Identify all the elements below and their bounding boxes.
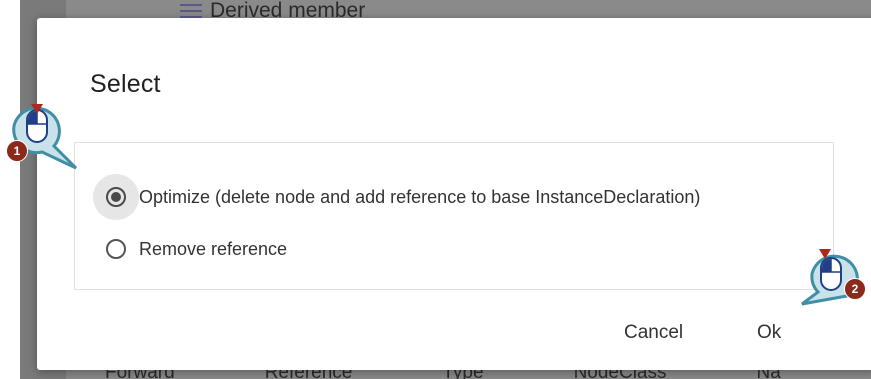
option-optimize-label[interactable]: Optimize (delete node and add reference …: [139, 187, 700, 208]
ok-button[interactable]: Ok: [749, 318, 789, 348]
radio-checked-dot: [111, 192, 121, 202]
callout-step-2: 2: [790, 238, 870, 318]
radio-halo[interactable]: [93, 226, 139, 272]
dialog-title: Select: [90, 70, 161, 98]
option-remove-reference[interactable]: Remove reference: [106, 226, 287, 272]
callout-badge-1: 1: [6, 140, 28, 162]
callout-badge-2: 2: [844, 278, 866, 300]
radio-focus-halo[interactable]: [93, 174, 139, 220]
option-optimize[interactable]: Optimize (delete node and add reference …: [93, 174, 700, 220]
background-left-strip: [0, 0, 20, 379]
mouse-left-click-icon: [12, 104, 78, 170]
select-dialog: Select Optimize (delete node and add ref…: [37, 18, 871, 370]
member-list-icon: [180, 4, 202, 18]
radio-button-optimize[interactable]: [106, 187, 126, 207]
radio-button-remove-reference[interactable]: [106, 239, 126, 259]
option-remove-reference-label[interactable]: Remove reference: [139, 239, 287, 260]
callout-step-1: 1: [6, 96, 86, 176]
cancel-button[interactable]: Cancel: [616, 318, 691, 348]
